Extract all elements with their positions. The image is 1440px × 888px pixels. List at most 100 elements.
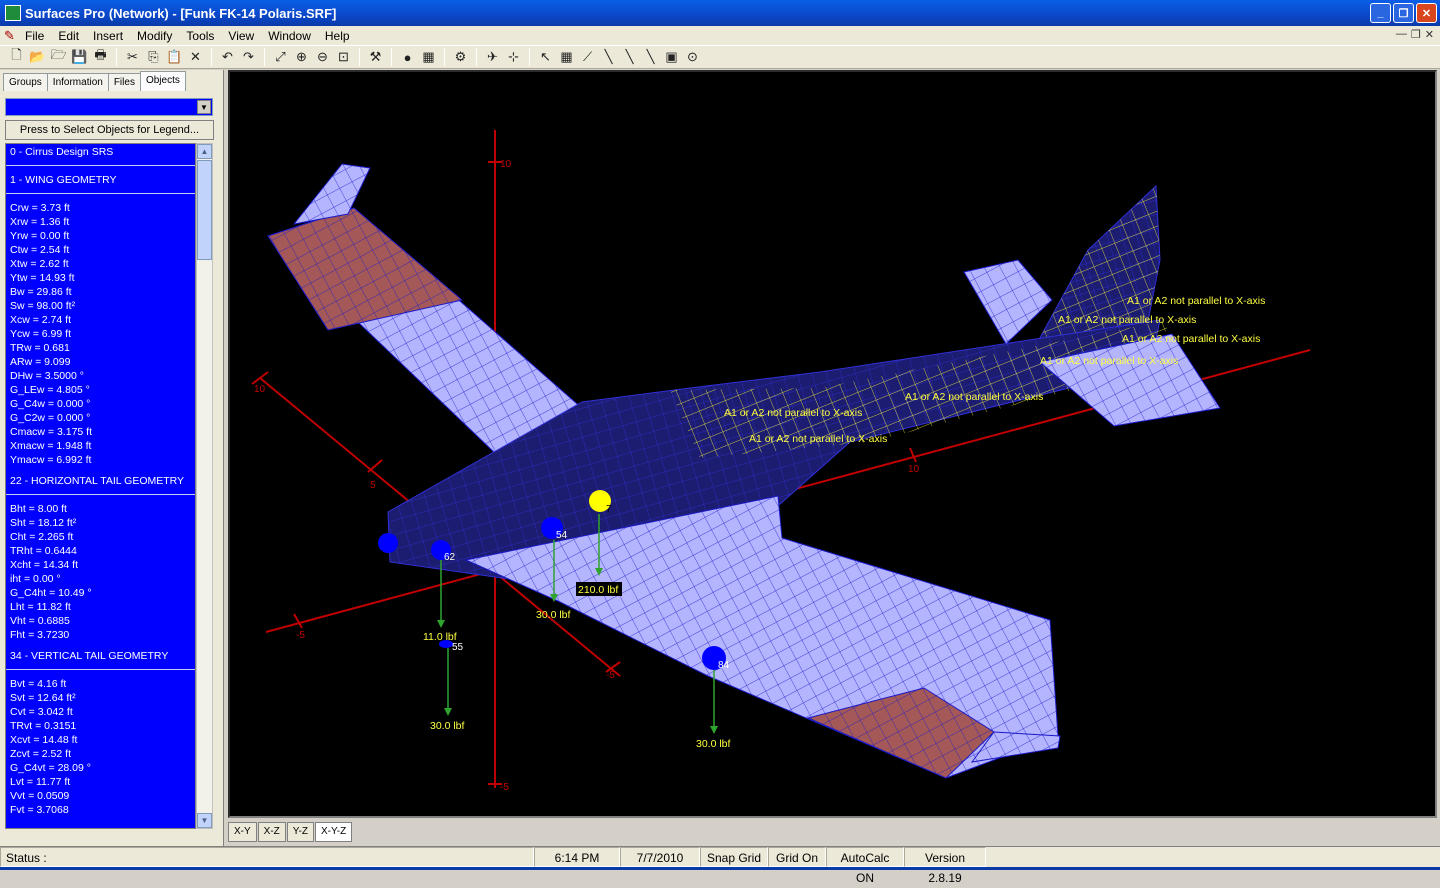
property-row[interactable]: Xcvt = 14.48 ft — [6, 733, 195, 747]
undo-icon[interactable]: ↶ — [217, 47, 238, 67]
zoom-out-icon[interactable]: ⊖ — [312, 47, 333, 67]
aircraft-icon[interactable]: ✈ — [482, 47, 503, 67]
property-row[interactable]: G_C4w = 0.000 ° — [6, 397, 195, 411]
zoom-in-icon[interactable]: ⊕ — [291, 47, 312, 67]
snap-grid-toggle[interactable]: Snap Grid — [700, 847, 768, 867]
chevron-down-icon[interactable]: ▼ — [197, 100, 211, 114]
property-row[interactable]: Svt = 12.64 ft² — [6, 691, 195, 705]
property-row[interactable]: TRht = 0.6444 — [6, 544, 195, 558]
menu-insert[interactable]: Insert — [86, 29, 130, 43]
property-row[interactable]: G_C4vt = 28.09 ° — [6, 761, 195, 775]
property-row[interactable]: Vvt = 0.0509 — [6, 789, 195, 803]
property-row[interactable]: G_C2w = 0.000 ° — [6, 411, 195, 425]
property-row[interactable]: Bht = 8.00 ft — [6, 502, 195, 516]
new-file-icon[interactable]: 🗋 — [6, 47, 27, 67]
title-bar[interactable]: Surfaces Pro (Network) - [Funk FK-14 Pol… — [0, 0, 1440, 26]
property-row[interactable]: Xmacw = 1.948 ft — [6, 439, 195, 453]
3d-viewport[interactable]: 10 -5 10 5 -5 -5 10 15 — [228, 70, 1437, 818]
menu-edit[interactable]: Edit — [51, 29, 86, 43]
settings-icon[interactable]: ⚙ — [450, 47, 471, 67]
property-row[interactable]: Fvt = 3.7068 — [6, 803, 195, 817]
target-icon[interactable]: ⊙ — [682, 47, 703, 67]
tab-files[interactable]: Files — [107, 73, 141, 91]
property-row[interactable]: Fht = 3.7230 — [6, 628, 195, 642]
section-header[interactable]: 34 - VERTICAL TAIL GEOMETRY — [6, 642, 195, 670]
scroll-thumb[interactable] — [197, 160, 212, 260]
property-row[interactable]: Cvt = 3.042 ft — [6, 705, 195, 719]
section-header[interactable]: 22 - HORIZONTAL TAIL GEOMETRY — [6, 467, 195, 495]
grid-toggle[interactable]: Grid On — [768, 847, 826, 867]
scroll-up-icon[interactable]: ▲ — [197, 144, 212, 159]
property-row[interactable]: DHw = 3.5000 ° — [6, 369, 195, 383]
open-folder-icon[interactable]: 🗁 — [48, 47, 69, 67]
calculator-icon[interactable]: ▦ — [418, 47, 439, 67]
mdi-minimize-icon[interactable]: — — [1396, 28, 1407, 41]
property-row[interactable]: Cht = 2.265 ft — [6, 530, 195, 544]
property-row[interactable]: Xrw = 1.36 ft — [6, 215, 195, 229]
open-file-icon[interactable]: 📂 — [27, 47, 48, 67]
property-row[interactable]: Ctw = 2.54 ft — [6, 243, 195, 257]
menu-help[interactable]: Help — [318, 29, 357, 43]
copy-icon[interactable]: ⎘ — [143, 47, 164, 67]
print-icon[interactable]: 🖶 — [90, 47, 111, 67]
zoom-window-icon[interactable]: ⊡ — [333, 47, 354, 67]
calc-icon[interactable]: ● — [397, 47, 418, 67]
tab-x-y[interactable]: X-Y — [228, 822, 257, 842]
objects-list[interactable]: 0 - Cirrus Design SRS 1 - WING GEOMETRY … — [5, 143, 196, 829]
property-row[interactable]: Xcw = 2.74 ft — [6, 313, 195, 327]
property-row[interactable]: Bw = 29.86 ft — [6, 285, 195, 299]
mdi-close-icon[interactable]: ✕ — [1425, 28, 1434, 41]
save-icon[interactable]: 💾 — [69, 47, 90, 67]
list-scrollbar[interactable]: ▲ ▼ — [196, 143, 213, 829]
property-row[interactable]: Ytw = 14.93 ft — [6, 271, 195, 285]
restore-icon[interactable]: ❐ — [1393, 3, 1414, 23]
mass-point-55[interactable] — [439, 640, 453, 648]
tools-icon[interactable]: ⚒ — [365, 47, 386, 67]
node-icon[interactable]: ⟋ — [577, 47, 598, 67]
property-row[interactable]: Crw = 3.73 ft — [6, 201, 195, 215]
tab-objects[interactable]: Objects — [139, 71, 186, 91]
property-row[interactable]: Vht = 0.6885 — [6, 614, 195, 628]
property-row[interactable]: Xcht = 14.34 ft — [6, 558, 195, 572]
select-objects-legend-button[interactable]: Press to Select Objects for Legend... — [5, 120, 214, 140]
line2-icon[interactable]: ╲ — [619, 47, 640, 67]
property-row[interactable]: Lvt = 11.77 ft — [6, 775, 195, 789]
menu-view[interactable]: View — [221, 29, 261, 43]
menu-modify[interactable]: Modify — [130, 29, 179, 43]
paste-icon[interactable]: 📋 — [164, 47, 185, 67]
line3-icon[interactable]: ╲ — [640, 47, 661, 67]
tab-x-z[interactable]: X-Z — [257, 822, 286, 842]
line-icon[interactable]: ╲ — [598, 47, 619, 67]
tab-information[interactable]: Information — [46, 73, 109, 91]
redo-icon[interactable]: ↷ — [238, 47, 259, 67]
pointer-icon[interactable]: ↖ — [535, 47, 556, 67]
cut-icon[interactable]: ✂ — [122, 47, 143, 67]
property-row[interactable]: Zcvt = 2.52 ft — [6, 747, 195, 761]
property-row[interactable]: G_LEw = 4.805 ° — [6, 383, 195, 397]
scroll-down-icon[interactable]: ▼ — [197, 813, 212, 828]
property-row[interactable]: Xtw = 2.62 ft — [6, 257, 195, 271]
tab-y-z[interactable]: Y-Z — [286, 822, 314, 842]
fill-icon[interactable]: ▣ — [661, 47, 682, 67]
property-row[interactable]: Cmacw = 3.175 ft — [6, 425, 195, 439]
property-row[interactable]: iht = 0.00 ° — [6, 572, 195, 586]
tab-groups[interactable]: Groups — [3, 73, 48, 91]
tab-x-y-z[interactable]: X-Y-Z — [314, 822, 353, 842]
property-row[interactable]: Sht = 18.12 ft² — [6, 516, 195, 530]
object-combo[interactable]: ▼ — [5, 98, 213, 116]
mass-point[interactable] — [378, 533, 398, 553]
property-row[interactable]: Yrw = 0.00 ft — [6, 229, 195, 243]
property-row[interactable]: Ymacw = 6.992 ft — [6, 453, 195, 467]
mdi-restore-icon[interactable]: ❐ — [1411, 28, 1421, 41]
delete-icon[interactable]: ✕ — [185, 47, 206, 67]
property-row[interactable]: Sw = 98.00 ft² — [6, 299, 195, 313]
property-row[interactable]: Bvt = 4.16 ft — [6, 677, 195, 691]
property-row[interactable]: Lht = 11.82 ft — [6, 600, 195, 614]
close-icon[interactable]: ✕ — [1416, 3, 1437, 23]
aircraft-model-view[interactable]: 10 -5 10 5 -5 -5 10 15 — [230, 72, 1435, 816]
property-row[interactable]: TRw = 0.681 — [6, 341, 195, 355]
minimize-icon[interactable]: _ — [1370, 3, 1391, 23]
property-row[interactable]: TRvt = 0.3151 — [6, 719, 195, 733]
autocalc-toggle[interactable]: AutoCalc ON — [826, 847, 904, 885]
property-row[interactable]: ARw = 9.099 — [6, 355, 195, 369]
